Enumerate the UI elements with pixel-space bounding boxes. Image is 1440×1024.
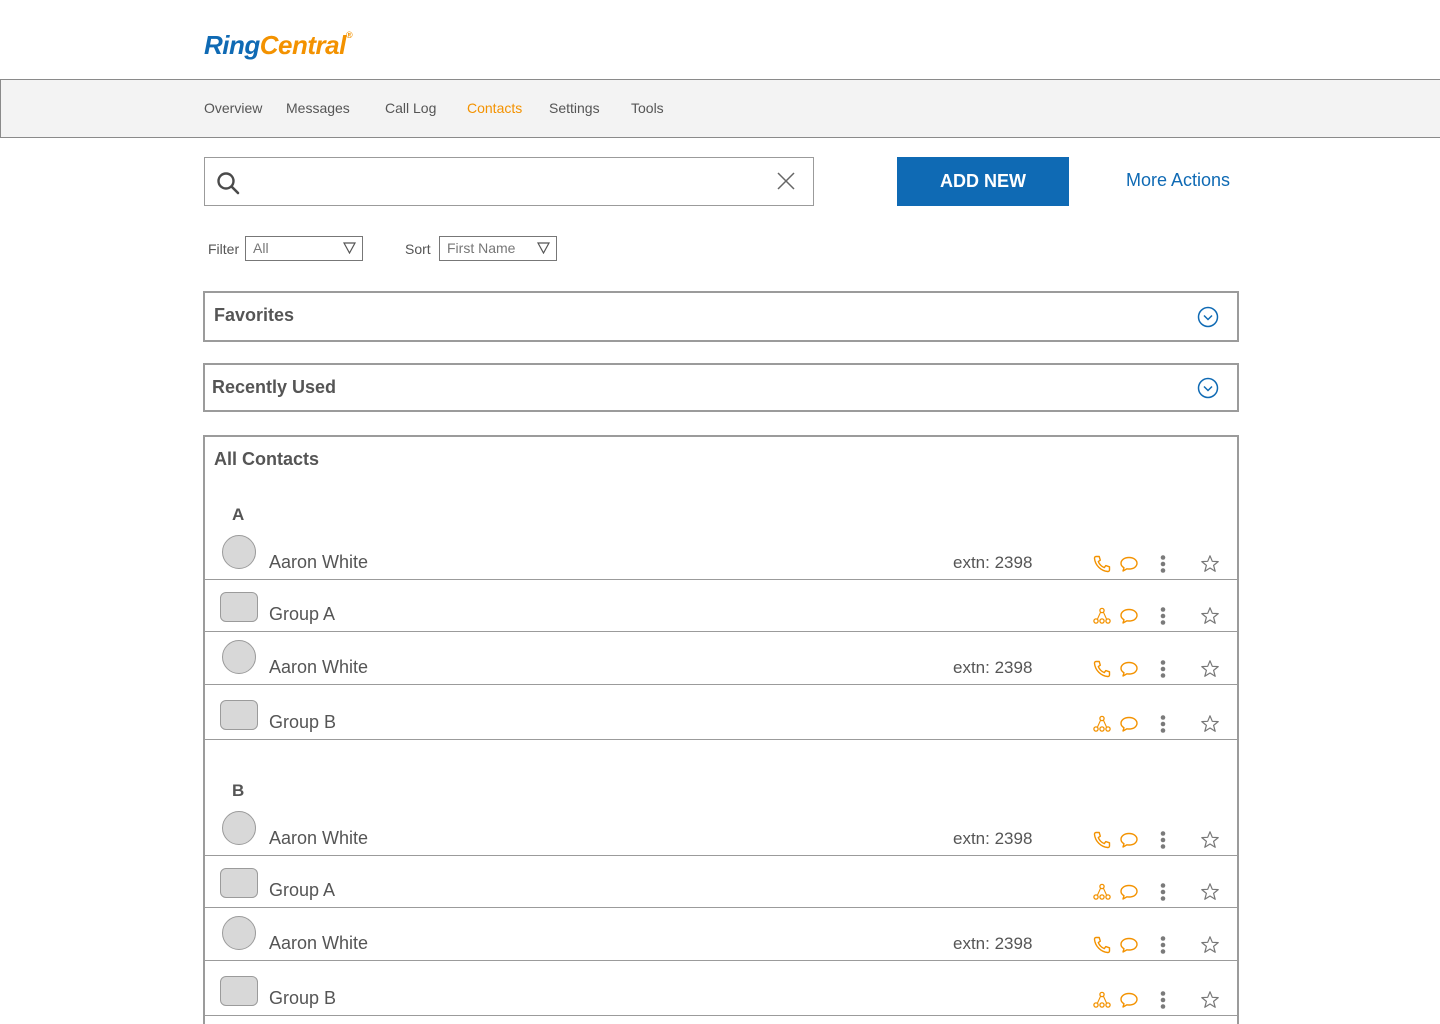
star-icon[interactable]: [1200, 830, 1220, 850]
contact-avatar: [222, 535, 256, 569]
group-icon[interactable]: [1092, 606, 1112, 626]
extension-number: extn: 2398: [953, 829, 1033, 848]
contact-name[interactable]: Aaron White: [269, 933, 368, 954]
message-icon[interactable]: [1119, 714, 1139, 734]
group-avatar: [220, 976, 258, 1006]
contact-row[interactable]: Aaron White extn: 2398: [205, 805, 1237, 856]
message-icon[interactable]: [1119, 990, 1139, 1010]
more-vertical-icon[interactable]: [1153, 882, 1173, 902]
more-vertical-icon[interactable]: [1153, 990, 1173, 1010]
nav-settings[interactable]: Settings: [549, 100, 600, 116]
group-icon[interactable]: [1092, 990, 1112, 1010]
expand-chevron-icon[interactable]: [1197, 306, 1219, 328]
logo-central-text: Central: [259, 30, 347, 60]
group-row[interactable]: Group B: [205, 685, 1237, 740]
contact-avatar: [222, 916, 256, 950]
more-vertical-icon[interactable]: [1153, 935, 1173, 955]
main-navigation: Overview Messages Call Log Contacts Sett…: [0, 79, 1440, 138]
nav-call-log[interactable]: Call Log: [385, 100, 436, 116]
filter-value: All: [253, 240, 269, 256]
filter-label: Filter: [208, 241, 240, 257]
extension-number: extn: 2398: [953, 934, 1033, 953]
message-icon[interactable]: [1119, 882, 1139, 902]
contact-row[interactable]: Aaron White extn: 2398: [205, 632, 1237, 685]
letter-heading: A: [232, 505, 245, 524]
group-icon[interactable]: [1092, 714, 1112, 734]
favorites-title: Favorites: [214, 305, 295, 325]
dropdown-triangle-icon: [537, 242, 550, 254]
contact-name[interactable]: Aaron White: [269, 828, 368, 849]
all-contacts-title: All Contacts: [214, 449, 320, 469]
star-icon[interactable]: [1200, 990, 1220, 1010]
nav-tools[interactable]: Tools: [631, 100, 664, 116]
recently-used-title: Recently Used: [212, 377, 337, 397]
sort-select[interactable]: First Name: [439, 236, 557, 261]
extension-number: extn: 2398: [953, 553, 1033, 572]
message-icon[interactable]: [1119, 659, 1139, 679]
more-vertical-icon[interactable]: [1153, 659, 1173, 679]
contact-row[interactable]: Aaron White extn: 2398: [205, 908, 1237, 961]
group-name[interactable]: Group B: [269, 712, 336, 733]
search-icon: [217, 172, 240, 195]
search-input[interactable]: [251, 166, 751, 198]
more-vertical-icon[interactable]: [1153, 714, 1173, 734]
add-new-button[interactable]: ADD NEW: [897, 157, 1069, 206]
phone-icon[interactable]: [1092, 830, 1112, 850]
group-icon[interactable]: [1092, 882, 1112, 902]
nav-contacts[interactable]: Contacts: [467, 100, 522, 116]
phone-icon[interactable]: [1092, 935, 1112, 955]
extension-number: extn: 2398: [953, 658, 1033, 677]
more-vertical-icon[interactable]: [1153, 606, 1173, 626]
group-avatar: [220, 700, 258, 730]
contact-name[interactable]: Aaron White: [269, 552, 368, 573]
favorites-section[interactable]: Favorites: [203, 291, 1239, 342]
expand-chevron-icon[interactable]: [1197, 377, 1219, 399]
message-icon[interactable]: [1119, 606, 1139, 626]
letter-heading: B: [232, 781, 245, 800]
contact-avatar: [222, 640, 256, 674]
star-icon[interactable]: [1200, 554, 1220, 574]
nav-messages[interactable]: Messages: [286, 100, 350, 116]
sort-value: First Name: [447, 240, 516, 256]
filter-select[interactable]: All: [245, 236, 363, 261]
contact-row[interactable]: Aaron White extn: 2398: [205, 529, 1237, 580]
phone-icon[interactable]: [1092, 554, 1112, 574]
star-icon[interactable]: [1200, 659, 1220, 679]
phone-icon[interactable]: [1092, 659, 1112, 679]
all-contacts-section: All Contacts A Aaron White extn: 2398 Group…: [203, 435, 1239, 1024]
contact-avatar: [222, 811, 256, 845]
group-row[interactable]: Group A: [205, 857, 1237, 908]
recently-used-section[interactable]: Recently Used: [203, 363, 1239, 412]
clear-search-icon[interactable]: [775, 170, 797, 192]
star-icon[interactable]: [1200, 882, 1220, 902]
message-icon[interactable]: [1119, 554, 1139, 574]
group-avatar: [220, 868, 258, 898]
group-row[interactable]: Group A: [205, 581, 1237, 632]
group-name[interactable]: Group A: [269, 880, 335, 901]
sort-label: Sort: [405, 241, 431, 257]
logo-registered-mark: ®: [345, 30, 353, 40]
message-icon[interactable]: [1119, 935, 1139, 955]
group-row[interactable]: Group B: [205, 961, 1237, 1016]
nav-overview[interactable]: Overview: [204, 100, 262, 116]
star-icon[interactable]: [1200, 714, 1220, 734]
star-icon[interactable]: [1200, 606, 1220, 626]
more-actions-link[interactable]: More Actions: [1126, 170, 1230, 191]
ringcentral-logo: RingCentral®: [204, 30, 352, 61]
group-name[interactable]: Group A: [269, 604, 335, 625]
group-avatar: [220, 592, 258, 622]
contact-name[interactable]: Aaron White: [269, 657, 368, 678]
more-vertical-icon[interactable]: [1153, 830, 1173, 850]
message-icon[interactable]: [1119, 830, 1139, 850]
dropdown-triangle-icon: [343, 242, 356, 254]
group-name[interactable]: Group B: [269, 988, 336, 1009]
logo-ring-text: Ring: [204, 30, 260, 60]
search-box: [204, 157, 814, 206]
star-icon[interactable]: [1200, 935, 1220, 955]
more-vertical-icon[interactable]: [1153, 554, 1173, 574]
